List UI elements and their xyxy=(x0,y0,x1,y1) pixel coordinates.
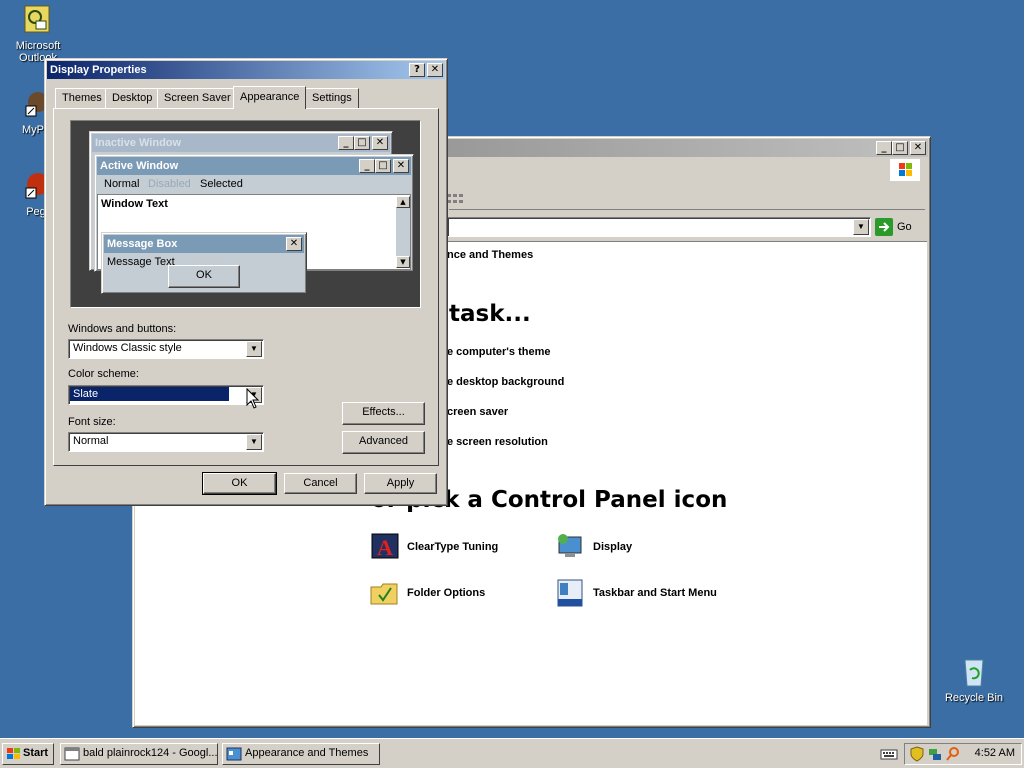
keyboard-icon[interactable] xyxy=(880,747,898,761)
help-button[interactable]: ? xyxy=(409,63,425,77)
minimize-icon: _ xyxy=(359,159,375,173)
cleartype-tuning-item[interactable]: A ClearType Tuning xyxy=(369,531,498,563)
pick-task-heading: task... xyxy=(449,301,531,327)
tab-appearance[interactable]: Appearance xyxy=(233,86,307,109)
dialog-titlebar[interactable]: Display Properties ? ✕ xyxy=(47,61,445,79)
network-icon[interactable] xyxy=(927,746,943,762)
views-icon[interactable] xyxy=(445,191,469,207)
preview-message-text: Message Text xyxy=(107,256,175,268)
windows-flag-icon xyxy=(7,748,20,759)
preview-scrollbar: ▲ ▼ xyxy=(396,196,410,268)
desktop-icon-recycle-bin[interactable]: Recycle Bin xyxy=(936,656,1012,704)
go-arrow-icon xyxy=(875,218,893,236)
preview-menu-selected: Selected xyxy=(200,178,243,190)
color-scheme-select[interactable]: Slate ▼ xyxy=(68,385,264,405)
ok-button[interactable]: OK xyxy=(202,472,277,495)
chevron-down-icon[interactable]: ▼ xyxy=(246,434,262,450)
cleartype-icon: A xyxy=(371,533,399,560)
color-scheme-label: Color scheme: xyxy=(68,368,139,380)
tab-themes[interactable]: Themes xyxy=(55,88,109,108)
taskbar-item-appearance-themes[interactable]: Appearance and Themes xyxy=(222,743,380,765)
tab-desktop[interactable]: Desktop xyxy=(105,88,160,108)
task-link-theme[interactable]: e computer's theme xyxy=(447,346,550,358)
preview-menu-normal: Normal xyxy=(104,178,140,190)
chevron-down-icon[interactable]: ▼ xyxy=(246,341,262,357)
font-size-select[interactable]: Normal ▼ xyxy=(68,432,264,452)
scroll-up-icon: ▲ xyxy=(396,196,410,208)
control-panel-icon xyxy=(226,747,242,761)
system-tray: 4:52 AM xyxy=(904,743,1022,765)
close-icon: ✕ xyxy=(286,237,302,251)
close-icon: ✕ xyxy=(372,136,388,150)
advanced-button[interactable]: Advanced xyxy=(342,431,425,454)
desktop-icon-label: Recycle Bin xyxy=(944,692,1004,704)
folder-options-icon xyxy=(370,583,398,605)
apply-button[interactable]: Apply xyxy=(364,473,437,494)
clock[interactable]: 4:52 AM xyxy=(975,747,1015,759)
task-link-screensaver[interactable]: creen saver xyxy=(447,406,508,418)
outlook-icon xyxy=(22,4,54,36)
close-button[interactable]: ✕ xyxy=(427,63,443,77)
security-shield-icon[interactable] xyxy=(909,746,925,762)
search-icon[interactable] xyxy=(945,746,961,762)
svg-text:A: A xyxy=(377,535,393,560)
start-button[interactable]: Start xyxy=(2,743,54,765)
display-icon xyxy=(558,534,582,557)
effects-button[interactable]: Effects... xyxy=(342,402,425,425)
address-bar[interactable]: ▼ xyxy=(447,217,871,237)
chevron-down-icon[interactable]: ▼ xyxy=(853,219,869,235)
taskbar-start-menu-item[interactable]: Taskbar and Start Menu xyxy=(555,577,717,609)
maximize-icon: □ xyxy=(375,159,391,173)
task-link-resolution[interactable]: e screen resolution xyxy=(447,436,548,448)
maximize-button[interactable]: □ xyxy=(892,141,908,155)
desktop-icon-outlook[interactable]: Microsoft Outlook xyxy=(0,4,76,64)
close-icon: ✕ xyxy=(393,159,409,173)
display-item[interactable]: Display xyxy=(555,531,632,563)
dialog-title: Display Properties xyxy=(50,64,147,76)
maximize-icon: □ xyxy=(354,136,370,150)
windows-logo-icon xyxy=(890,159,920,181)
breadcrumb-fragment: nce and Themes xyxy=(447,249,534,261)
minimize-icon: _ xyxy=(338,136,354,150)
scroll-down-icon: ▼ xyxy=(396,256,410,268)
preview-menu-disabled: Disabled xyxy=(148,178,191,190)
preview-window-text: Window Text xyxy=(101,198,168,210)
task-link-background[interactable]: e desktop background xyxy=(447,376,564,388)
recycle-bin-icon xyxy=(958,656,990,688)
windows-buttons-label: Windows and buttons: xyxy=(68,323,177,335)
preview-ok-button: OK xyxy=(168,265,240,288)
mouse-cursor-icon xyxy=(246,387,260,410)
browser-window-icon xyxy=(64,747,80,761)
tab-settings[interactable]: Settings xyxy=(305,88,359,108)
taskbar-item-browser[interactable]: bald plainrock124 - Googl... xyxy=(60,743,218,765)
go-button[interactable]: Go xyxy=(875,217,919,237)
windows-buttons-select[interactable]: Windows Classic style ▼ xyxy=(68,339,264,359)
taskbar-start-menu-icon xyxy=(557,579,583,607)
cancel-button[interactable]: Cancel xyxy=(284,473,357,494)
tab-screen-saver[interactable]: Screen Saver xyxy=(157,88,238,108)
minimize-button[interactable]: _ xyxy=(876,141,892,155)
taskbar: Start bald plainrock124 - Googl... Appea… xyxy=(0,738,1024,768)
folder-options-item[interactable]: Folder Options xyxy=(369,577,485,609)
font-size-label: Font size: xyxy=(68,416,116,428)
close-button[interactable]: ✕ xyxy=(910,141,926,155)
